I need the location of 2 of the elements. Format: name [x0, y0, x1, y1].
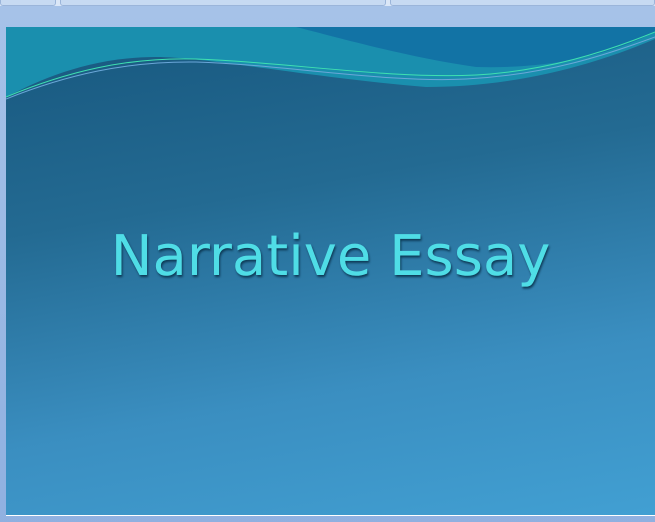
slide-title: Narrative Essay: [110, 224, 550, 288]
ribbon-group-bar: [0, 0, 56, 6]
